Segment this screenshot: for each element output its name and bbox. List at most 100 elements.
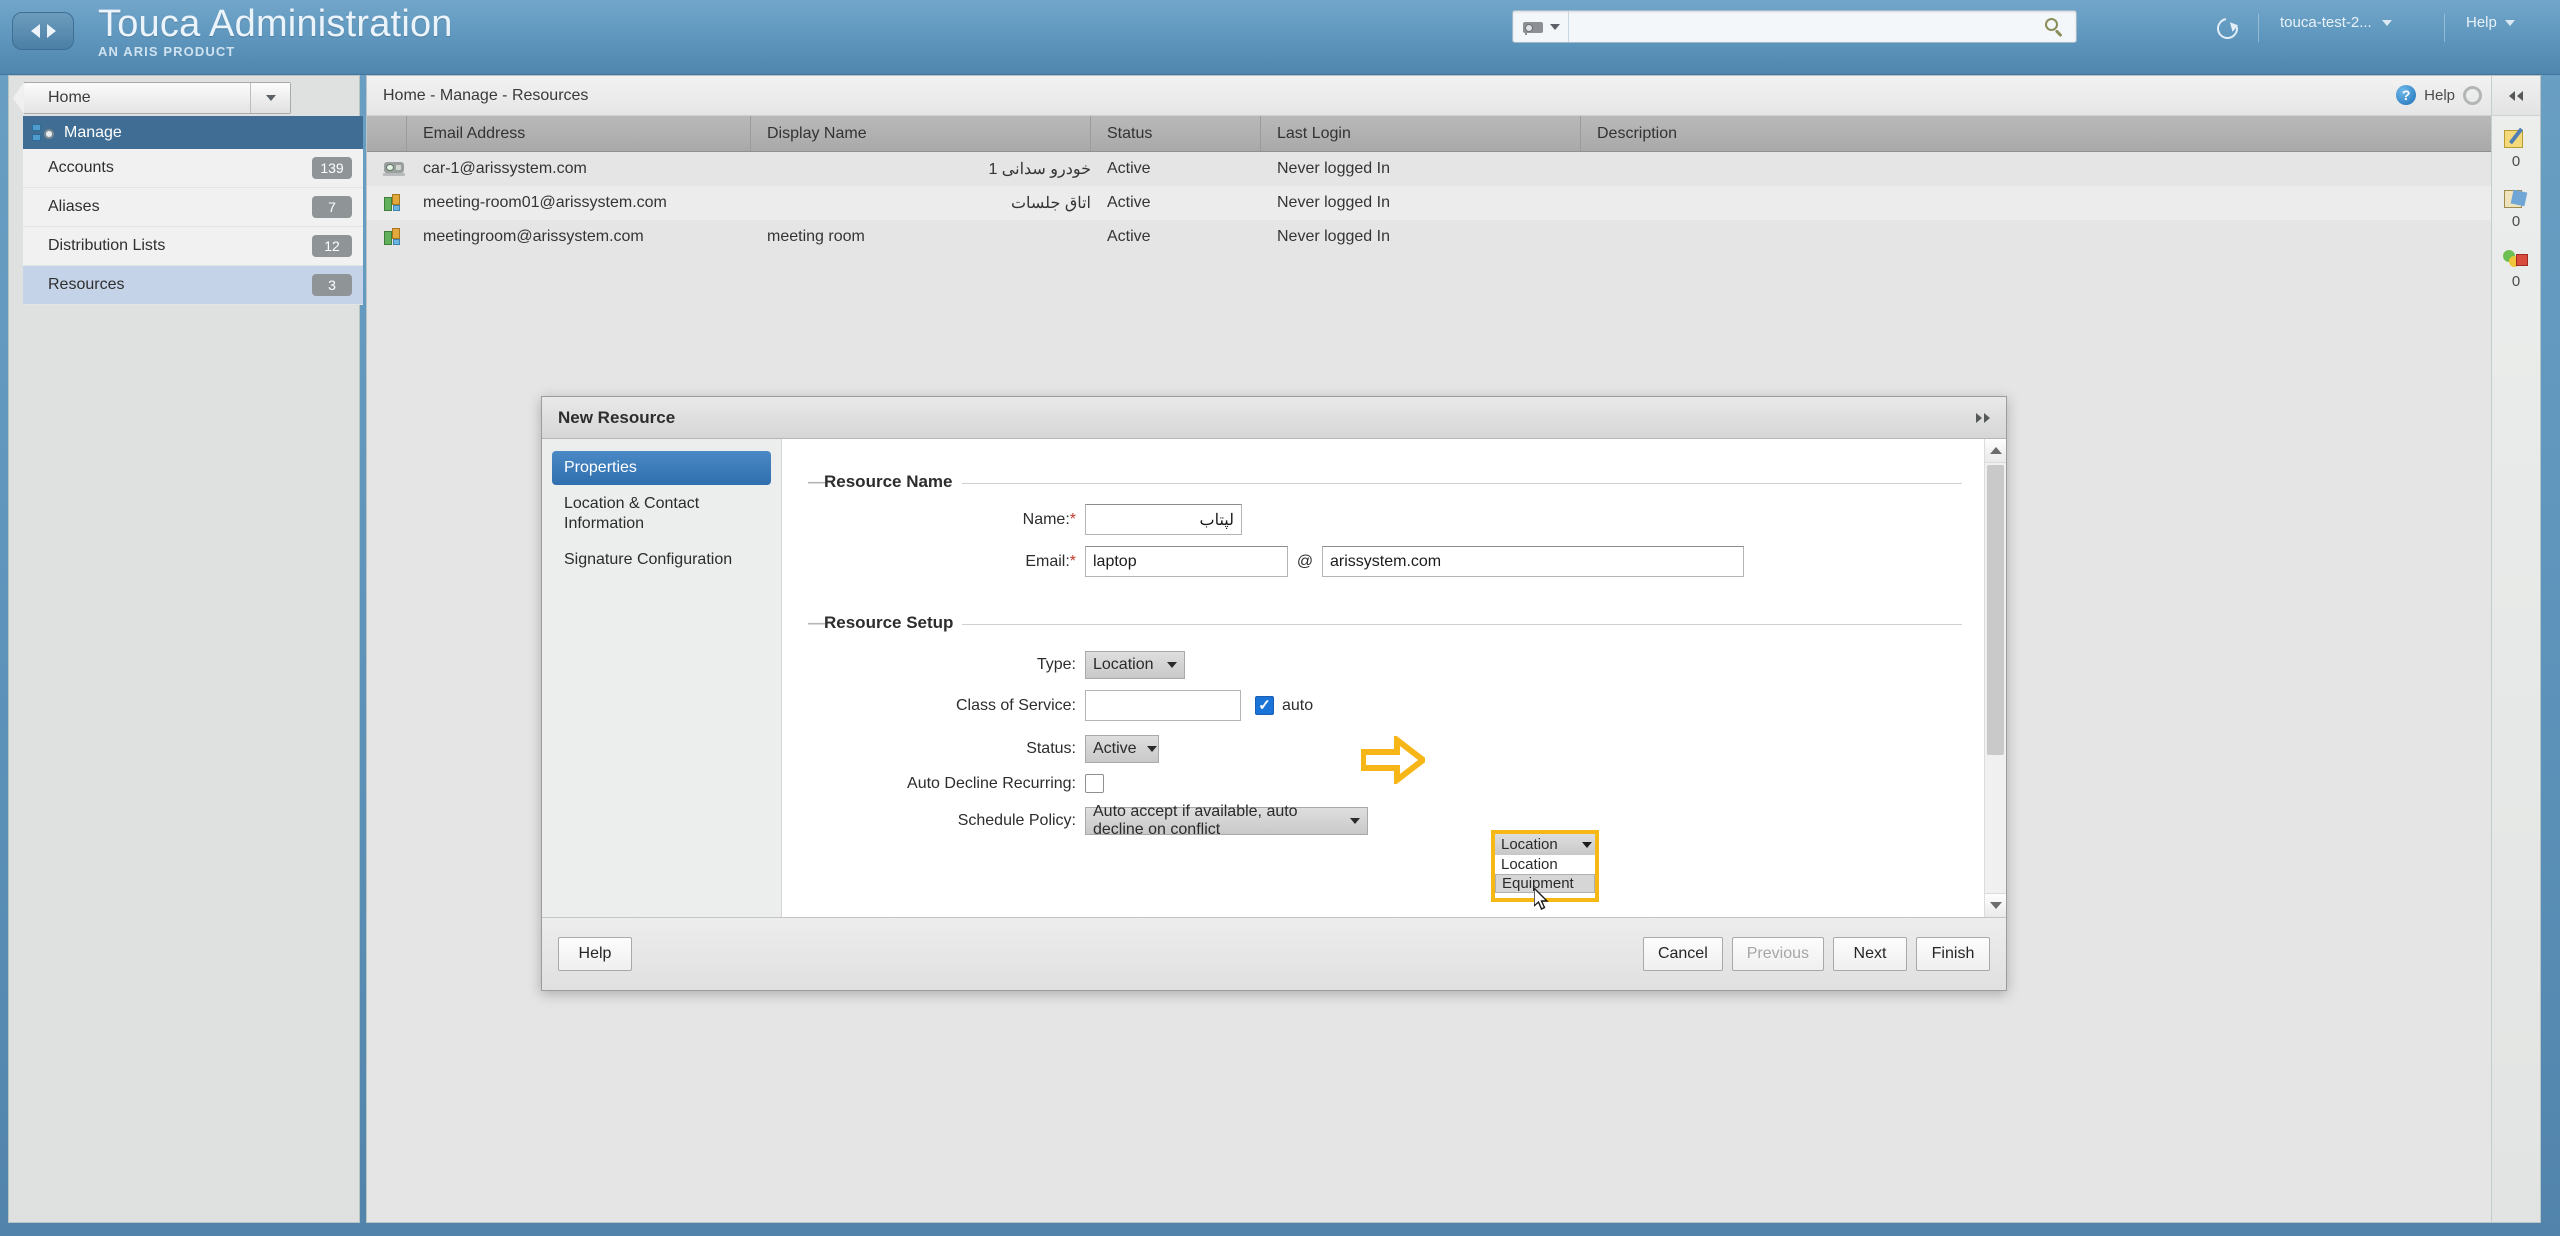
home-dropdown-toggle[interactable] [250, 83, 290, 113]
sidebar-item-label: Distribution Lists [48, 237, 166, 254]
car-icon [383, 160, 405, 178]
chevron-down-icon[interactable] [2504, 19, 2515, 26]
type-dropdown-selected[interactable]: Location [1495, 834, 1595, 855]
chevron-down-icon [1582, 841, 1592, 848]
row-type-cell [367, 152, 407, 186]
double-left-arrow-icon [2509, 90, 2523, 101]
table-header-email-address[interactable]: Email Address [407, 116, 751, 151]
top-header-bar: Touca Administration AN ARIS PRODUCT tou… [0, 0, 2560, 75]
row-status: Active [1107, 228, 1151, 245]
rail-collapse-button[interactable] [2492, 76, 2540, 116]
sidebar-item-aliases[interactable]: Aliases 7 [23, 188, 363, 227]
table-header-last-login[interactable]: Last Login [1261, 116, 1581, 151]
name-label: Name:* [1022, 510, 1076, 528]
back-arrow-icon[interactable] [30, 24, 40, 38]
scroll-up-button[interactable] [1985, 439, 2006, 463]
auto-decline-checkbox[interactable] [1085, 774, 1104, 793]
table-header-display-name[interactable]: Display Name [751, 116, 1091, 151]
table-header-description[interactable]: Description [1581, 116, 2540, 151]
sidebar-item-label: Aliases [48, 198, 100, 215]
forward-arrow-icon[interactable] [46, 24, 56, 38]
camera-icon [1523, 20, 1543, 35]
row-last-login: Never logged In [1277, 228, 1390, 245]
manage-gear-icon [32, 123, 54, 142]
table-row[interactable]: meeting-room01@arissystem.com اتاق جلسات… [367, 186, 2540, 220]
type-dropdown-selected-label: Location [1501, 836, 1558, 853]
help-menu-label: Help [2466, 14, 2497, 31]
sidebar-item-count: 3 [312, 274, 352, 296]
next-button[interactable]: Next [1833, 937, 1907, 971]
chevron-down-icon [1350, 818, 1360, 824]
tab-location-contact-information[interactable]: Location & Contact Information [552, 487, 771, 541]
task-edit-icon [2504, 188, 2528, 210]
refresh-button[interactable] [2210, 12, 2244, 44]
table-row[interactable]: car-1@arissystem.com خودرو سدانی 1 Activ… [367, 152, 2540, 186]
gear-icon[interactable] [2463, 85, 2482, 105]
sidebar-item-accounts[interactable]: Accounts 139 [23, 149, 363, 188]
type-field-row: Type: Location [810, 651, 1962, 679]
row-type-cell [367, 186, 407, 220]
row-display-name: meeting room [767, 228, 865, 245]
search-category-selector[interactable] [1513, 11, 1569, 42]
chevron-down-icon[interactable] [1550, 23, 1560, 30]
row-display-name: اتاق جلسات [1010, 195, 1091, 212]
email-local-input[interactable]: laptop [1085, 546, 1288, 577]
chevron-down-icon[interactable] [2381, 19, 2392, 26]
class-of-service-input[interactable] [1085, 690, 1241, 721]
rail-item-notes[interactable]: 0 [2492, 116, 2540, 176]
sidebar-item-count: 139 [312, 157, 352, 179]
breadcrumb: Home - Manage - Resources [367, 76, 2540, 116]
auto-decline-label: Auto Decline Recurring: [907, 774, 1076, 792]
tab-properties[interactable]: Properties [552, 451, 771, 485]
help-button[interactable]: Help [558, 937, 632, 971]
table-row[interactable]: meetingroom@arissystem.com meeting room … [367, 220, 2540, 254]
sidebar-section-manage[interactable]: Manage [23, 116, 363, 149]
sidebar-item-resources[interactable]: Resources 3 [23, 266, 363, 305]
double-right-arrow-icon[interactable] [1976, 412, 1990, 423]
type-label: Type: [1036, 656, 1076, 673]
schedule-policy-select[interactable]: Auto accept if available, auto decline o… [1085, 803, 1368, 838]
name-field-row: Name:* لپتاب [810, 504, 1962, 535]
history-nav-buttons[interactable] [12, 12, 74, 50]
annotation-arrow-icon [1361, 736, 1425, 784]
question-mark-icon: ? [2396, 85, 2417, 105]
rail-item-count: 0 [2511, 273, 2521, 290]
auto-checkbox[interactable] [1255, 696, 1274, 715]
email-domain-input[interactable]: arissystem.com [1322, 546, 1744, 577]
sidebar-item-distribution-lists[interactable]: Distribution Lists 12 [23, 227, 363, 266]
application-window: Touca Administration AN ARIS PRODUCT tou… [0, 0, 2560, 1236]
mouse-cursor-icon [1534, 888, 1549, 910]
row-display-name: خودرو سدانی 1 [988, 161, 1091, 178]
user-menu-button[interactable]: touca-test-2... [2280, 14, 2392, 31]
rail-item-count: 0 [2511, 153, 2521, 170]
content-help-button[interactable]: ? Help [2396, 85, 2482, 105]
breadcrumb-arrow-icon [13, 82, 24, 114]
type-select[interactable]: Location [1085, 651, 1185, 679]
auto-label: auto [1282, 696, 1314, 714]
rail-item-status[interactable]: 0 [2492, 236, 2540, 296]
name-input[interactable]: لپتاب [1085, 504, 1242, 535]
brand-block: Touca Administration AN ARIS PRODUCT [98, 2, 453, 59]
tab-signature-configuration[interactable]: Signature Configuration [552, 543, 771, 577]
row-status: Active [1107, 194, 1151, 211]
chevron-down-icon [1146, 746, 1157, 752]
cancel-button[interactable]: Cancel [1642, 937, 1723, 971]
type-option-location[interactable]: Location [1495, 855, 1595, 874]
rail-item-tasks[interactable]: 0 [2492, 176, 2540, 236]
status-select[interactable]: Active [1085, 735, 1159, 763]
table-header-status[interactable]: Status [1091, 116, 1261, 151]
scrollbar-thumb[interactable] [1987, 465, 2004, 755]
global-search[interactable] [1512, 10, 2077, 43]
search-submit-button[interactable] [2032, 17, 2076, 37]
search-input[interactable] [1569, 11, 2032, 42]
status-balls-icon [2503, 248, 2529, 270]
dialog-footer: Help Cancel Previous Next Finish [542, 917, 2006, 990]
resource-setup-fieldset: Resource Setup Type: Location Class of S… [808, 613, 1962, 846]
dialog-scrollbar[interactable] [1984, 439, 2006, 917]
help-menu-button[interactable]: Help [2466, 14, 2515, 31]
email-field-row: Email:* laptop @ arissystem.com [810, 546, 1962, 577]
home-dropdown-button[interactable]: Home [13, 82, 291, 114]
content-help-label: Help [2424, 86, 2455, 104]
scroll-down-button[interactable] [1985, 893, 2006, 917]
finish-button[interactable]: Finish [1916, 937, 1990, 971]
